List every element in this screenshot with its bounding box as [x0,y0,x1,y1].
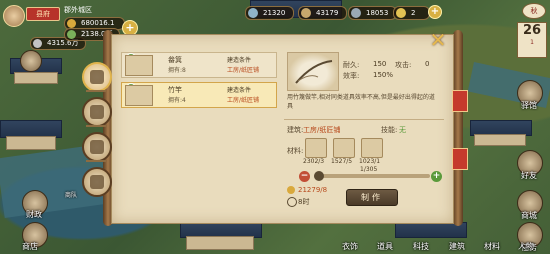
material-label: 材料: [287,147,304,155]
build-value: 工房/纸匠铺 [303,126,341,134]
area-label: 郡外城区 [64,6,92,14]
dustpan-icon [125,55,153,76]
player-avatar[interactable] [3,5,25,27]
craft-button[interactable]: 制作 [346,189,398,206]
bundle-icon [90,140,104,154]
tab-divider [86,90,106,92]
weapon-icon [90,105,104,119]
population-icon [33,39,42,48]
calendar[interactable]: 26 1 [517,22,547,58]
decrease-button[interactable]: − [299,171,310,182]
stat-durability-value: 150 [373,60,387,68]
axe-icon [90,70,104,84]
item-condition-value: 工房/纸匠铺 [227,97,260,104]
resource-3[interactable]: 18053 [348,6,398,20]
material-1-count: 2302/3 [303,158,325,165]
list-item-selected[interactable]: 竹竿 拥有:4 建造条件 工房/纸匠铺 [121,82,277,108]
item-name: 畚箕 [168,56,182,64]
resource-3-value: 18053 [366,9,389,17]
build-label: 建筑: [287,126,304,134]
craft-time: 8时 [298,198,310,206]
category-tabs [82,52,112,222]
bamboo-pole-icon [125,85,153,106]
bottom-buildings[interactable]: 建筑 [449,241,465,252]
stat-attack-value: 0 [425,60,430,68]
skill-label: 技能: [381,126,398,134]
coin-icon [67,19,76,28]
material-2-count: 1527/5 [331,158,353,165]
item-condition-label: 建造条件 [227,57,252,64]
stat-attack-label: 攻击: [395,61,412,69]
increase-button[interactable]: + [431,171,442,182]
calendar-day: 26 [522,23,542,38]
friends-button-label[interactable]: 好友 [512,170,546,181]
item-description: 用竹篾做竿,相对同类道具效率不高,但是最好出得起的道具 [287,94,435,110]
silver-icon [248,8,258,18]
bottom-shop[interactable]: 商店 [22,241,38,252]
resource-4[interactable]: 2 [393,6,431,20]
bottom-tech[interactable]: 科技 [413,241,429,252]
tab-food[interactable] [82,167,112,197]
stat-durability-label: 耐久: [343,61,360,69]
season-indicator[interactable]: 秋 [522,3,546,19]
item-owned: 拥有:4 [168,97,186,104]
scroll-rod-right [453,30,463,226]
ingot-icon [396,8,406,18]
quantity-readout: 1/305 [360,166,378,173]
clock-icon [287,197,297,207]
material-rope-icon[interactable] [333,138,355,158]
item-name: 竹竿 [168,86,182,94]
resource-2-value: 43179 [316,9,339,17]
stat-efficiency-label: 效率: [343,72,360,80]
add-ingot-button[interactable]: + [428,5,442,19]
bottom-materials[interactable]: 材料 [484,241,500,252]
tab-divider [86,160,106,162]
material-3-count: 1023/1 [359,158,381,165]
rank-badge[interactable]: 县府 [26,7,60,21]
bottom-clothing[interactable]: 衣饰 [342,241,358,252]
resource-1-value: 21320 [263,9,286,17]
side-tab-1[interactable] [452,90,468,112]
resource-2[interactable]: 43179 [298,6,348,20]
tab-materials[interactable] [82,132,112,162]
resource-4-value: 2 [411,9,416,17]
material-bamboo-icon[interactable] [305,138,327,158]
bamboo-pole-icon [295,60,333,84]
finance-label[interactable]: 财政 [17,209,51,220]
resource-1[interactable]: 21320 [245,6,295,20]
mall-button-label[interactable]: 商城 [512,210,546,221]
quantity-slider[interactable] [314,171,430,181]
food-icon [67,30,76,39]
stone-icon [351,8,361,18]
close-icon[interactable]: ✕ [428,30,448,50]
item-preview [287,52,339,91]
list-item[interactable]: 畚箕 拥有:8 建造条件 工房/纸匠铺 [121,52,277,78]
craft-cost: 21279/8 [298,186,328,194]
wood-icon [301,8,311,18]
caravan-icon[interactable] [20,50,42,72]
calendar-year: 1 [530,39,534,46]
bottom-items[interactable]: 道具 [377,241,393,252]
tab-weapons[interactable] [82,97,112,127]
inn-button-label[interactable]: 驿馆 [512,100,546,111]
stat-efficiency-value: 150% [373,71,394,79]
item-condition-value: 工房/纸匠铺 [227,67,260,74]
item-owned: 拥有:8 [168,67,186,74]
skill-value: 无 [399,126,406,134]
divider [284,119,444,120]
bottom-characters[interactable]: 人物 [518,241,534,252]
coin-icon [287,186,295,194]
side-tab-2[interactable] [452,148,468,170]
tab-divider [86,125,106,127]
material-iron-icon[interactable] [361,138,383,158]
item-condition-label: 建造条件 [227,87,252,94]
slider-handle[interactable] [314,171,324,181]
basket-icon [90,175,104,189]
tab-tools[interactable] [82,62,112,92]
